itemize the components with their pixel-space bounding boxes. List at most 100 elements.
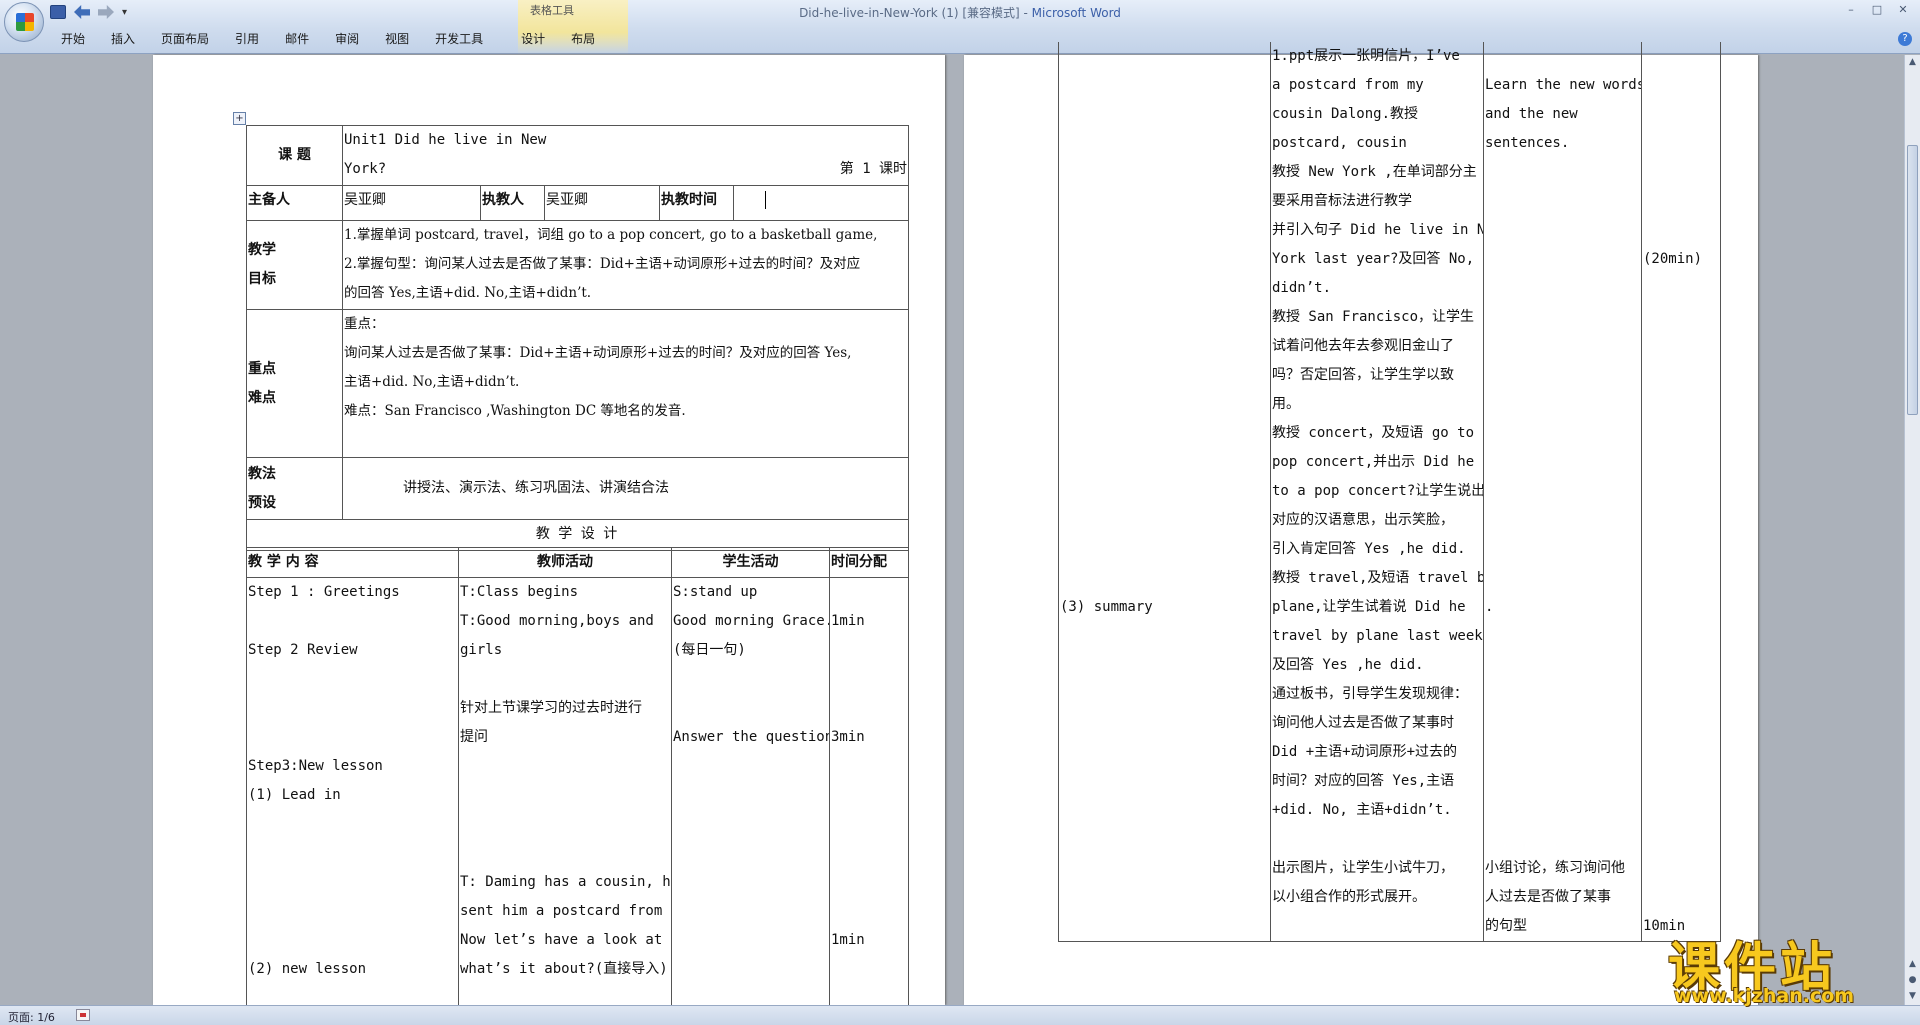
content-line: (2) new lesson (248, 961, 367, 977)
time-line (1643, 129, 1719, 158)
student-activity-column-cont[interactable]: Learn the new words and the new sentences.… (1483, 42, 1642, 942)
teacher-activity-line (460, 839, 670, 868)
tab-design[interactable]: 设计 (508, 30, 558, 48)
time-line (1643, 187, 1719, 216)
time-line (1643, 42, 1719, 71)
student-activity-line: (每日一句) (673, 642, 746, 658)
teacher-activity-line: 针对上节课学习的过去时进行 (460, 700, 642, 716)
tab-developer[interactable]: 开发工具 (422, 30, 496, 48)
student-activity-line (1485, 651, 1640, 680)
lesson-steps-table[interactable]: 教 学 内 容 教师活动 学生活动 时间分配 Step 1 : Greeting… (246, 547, 909, 1014)
teacher-activity-line (460, 810, 670, 839)
content-line: Step 1 : Greetings (248, 584, 400, 600)
teacher-activity-line: 用。 (1272, 396, 1300, 412)
time-line (831, 897, 907, 926)
app-name: Microsoft Word (1031, 6, 1121, 20)
teacher-activity-line (460, 665, 670, 694)
student-activity-line (1485, 622, 1640, 651)
tab-view[interactable]: 视图 (372, 30, 422, 48)
method-cell[interactable]: 讲授法、演示法、练习巩固法、讲演结合法 (341, 457, 910, 520)
student-activity-line (673, 665, 828, 694)
vertical-scrollbar[interactable]: ▲ ▲ ● ▼ (1904, 55, 1920, 1005)
document-page-right[interactable]: (3) summary 1.ppt展示一张明信片，I’ve a postcard … (964, 42, 1758, 1005)
content-column-cont[interactable]: (3) summary (1058, 42, 1271, 942)
time-label: 执教时间 (659, 185, 734, 221)
content-line (1060, 187, 1269, 216)
scroll-up-icon[interactable]: ▲ (1906, 55, 1919, 69)
teacher-activity-line: 要采用音标法进行教学 (1272, 193, 1412, 209)
tab-insert[interactable]: 插入 (98, 30, 148, 48)
col-header-time: 时间分配 (829, 547, 909, 578)
topic-line-1: Unit1 Did he live in New (344, 132, 547, 148)
tab-references[interactable]: 引用 (222, 30, 272, 48)
table-move-handle-icon[interactable]: + (233, 112, 246, 125)
student-activity-line (673, 810, 828, 839)
student-activity-line: 小组讨论，练习询问他 (1485, 860, 1625, 876)
window-controls: – □ ✕ (1840, 2, 1914, 18)
student-activity-line (1485, 419, 1640, 448)
content-line (248, 607, 457, 636)
student-activity-line (673, 926, 828, 955)
minimize-button[interactable]: – (1840, 2, 1862, 18)
lesson-steps-table-continued[interactable]: (3) summary 1.ppt展示一张明信片，I’ve a postcard … (1058, 42, 1721, 942)
content-line (248, 926, 457, 955)
close-button[interactable]: ✕ (1892, 2, 1914, 18)
student-activity-line (673, 781, 828, 810)
topic-cell[interactable]: Unit1 Did he live in New York? 第 1 课时 (341, 125, 910, 186)
student-activity-line (1485, 477, 1640, 506)
content-line (1060, 448, 1269, 477)
time-line (1643, 622, 1719, 651)
content-line: Step 2 Review (248, 642, 358, 658)
teacher-activity-line: to a pop concert?让学生说出 (1272, 483, 1484, 499)
teacher-value[interactable]: 吴亚卿 (544, 185, 660, 221)
time-line (1643, 158, 1719, 187)
time-column[interactable]: 1min 3min 1min (829, 577, 909, 1014)
scrollbar-thumb[interactable] (1907, 145, 1918, 415)
teacher-activity-line: 引入肯定回答 Yes ,he did. (1272, 541, 1466, 557)
time-column-cont[interactable]: (20min) 10min (1641, 42, 1721, 942)
teacher-activity-column[interactable]: T:Class begins T:Good morning,boys and gir… (458, 577, 672, 1014)
time-line (1643, 883, 1719, 912)
student-activity-line: sentences. (1485, 135, 1570, 151)
student-activity-line (673, 955, 828, 984)
restore-button[interactable]: □ (1866, 2, 1888, 18)
student-activity-line (1485, 245, 1640, 274)
content-line (1060, 738, 1269, 767)
help-icon[interactable]: ? (1898, 32, 1912, 46)
teacher-activity-line: T:Class begins (460, 584, 579, 600)
student-activity-line (1485, 506, 1640, 535)
goal-line-3: 的回答 Yes,主语+did. No,主语+didn’t. (344, 285, 592, 301)
teacher-activity-line (460, 752, 670, 781)
student-activity-line (1485, 303, 1640, 332)
time-line (1643, 448, 1719, 477)
teacher-activity-line: 吗？否定回答，让学生学以致 (1272, 367, 1454, 383)
student-activity-column[interactable]: S:stand up Good morning Grace. (每日一句) Answe… (671, 577, 830, 1014)
time-line (831, 955, 907, 984)
tab-page-layout[interactable]: 页面布局 (148, 30, 222, 48)
lesson-info-table[interactable]: 课 题 Unit1 Did he live in New York? 第 1 课时… (245, 125, 910, 551)
goals-cell[interactable]: 1.掌握单词 postcard, travel，词组 go to a pop c… (341, 220, 910, 310)
time-value[interactable] (732, 185, 910, 221)
teacher-activity-line: 以小组合作的形式展开。 (1272, 889, 1426, 905)
col-header-content: 教 学 内 容 (246, 547, 459, 578)
tab-layout[interactable]: 布局 (558, 30, 608, 48)
teacher-activity-column-cont[interactable]: 1.ppt展示一张明信片，I’ve a postcard from my cousi… (1270, 42, 1484, 942)
student-activity-line (1485, 42, 1640, 71)
content-line (1060, 158, 1269, 187)
tab-mailings[interactable]: 邮件 (272, 30, 322, 48)
preparer-value[interactable]: 吴亚卿 (342, 185, 481, 221)
key-line-3: 主语+did. No,主语+didn’t. (344, 374, 520, 390)
time-line (831, 636, 907, 665)
content-column[interactable]: Step 1 : Greetings Step 2 Review Step3:New… (246, 577, 459, 1014)
page-indicator[interactable]: 页面: 1/6 (8, 1009, 55, 1025)
student-activity-line (1485, 187, 1640, 216)
key-points-cell[interactable]: 重点： 询问某人过去是否做了某事：Did+主语+动词原形+过去的时间？及对应的回… (341, 309, 910, 458)
content-line (248, 839, 457, 868)
tab-home[interactable]: 开始 (48, 30, 98, 48)
time-line (1643, 419, 1719, 448)
tab-review[interactable]: 审阅 (322, 30, 372, 48)
document-page-left[interactable]: + 课 题 Unit1 Did he live in New York? 第 1 … (153, 55, 945, 1014)
student-activity-line (1485, 680, 1640, 709)
time-line (1643, 651, 1719, 680)
proofing-icon[interactable] (76, 1009, 90, 1021)
